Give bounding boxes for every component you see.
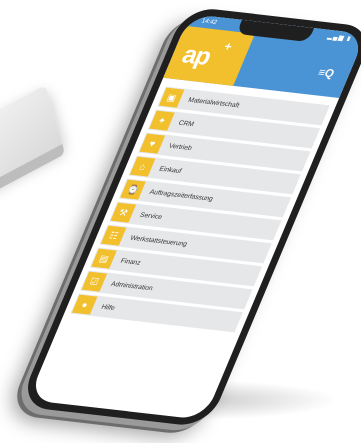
app-logo[interactable]: ap + (163, 25, 256, 86)
module-list: ▣ Materialwirtschaft ✦ CRM ♥ Vertrieb ⌂ … (63, 86, 336, 336)
background-device (0, 85, 63, 193)
admin-icon: ☑ (81, 271, 108, 292)
menu-search-icon: ≡Q (315, 66, 336, 81)
sales-icon: ♥ (139, 133, 166, 154)
app-screen: 14:42 ▂▄▆ ▮ ap + ≡Q ▣ Materialwirtschaft… (27, 13, 361, 421)
phone-mockup: 14:42 ▂▄▆ ▮ ap + ≡Q ▣ Materialwirtschaft… (18, 6, 361, 428)
status-icons: ▂▄▆ ▮ (326, 33, 353, 43)
list-item-label: Finanz (119, 257, 142, 267)
logo-plus: + (221, 39, 235, 54)
list-item-label: Administration (109, 280, 154, 292)
workshop-icon: ☷ (100, 225, 127, 246)
handshake-icon: ✦ (149, 110, 175, 131)
list-item-label: CRM (177, 119, 196, 128)
finance-icon: ▤ (91, 248, 117, 269)
list-item-label: Vertrieb (167, 142, 194, 152)
list-item-label: Hilfe (100, 303, 117, 312)
list-item-label: Service (138, 211, 164, 221)
cart-icon: ⌂ (129, 156, 156, 177)
status-time: 14:42 (200, 18, 218, 27)
phone-frame: 14:42 ▂▄▆ ▮ ap + ≡Q ▣ Materialwirtschaft… (18, 6, 361, 428)
menu-search-button[interactable]: ≡Q (315, 65, 340, 83)
list-item-label: Auftragszeiterfassung (148, 188, 215, 203)
time-tracking-icon: ⌚ (120, 179, 146, 200)
service-icon: ⚒ (110, 202, 137, 223)
logo-text: ap (177, 40, 216, 71)
list-item-label: Materialwirtschaft (187, 96, 241, 109)
list-item-label: Einkauf (158, 165, 183, 175)
forklift-icon: ▣ (158, 87, 185, 108)
help-icon: ● (71, 294, 98, 315)
list-item-label: Werkstattsteuerung (129, 234, 189, 248)
